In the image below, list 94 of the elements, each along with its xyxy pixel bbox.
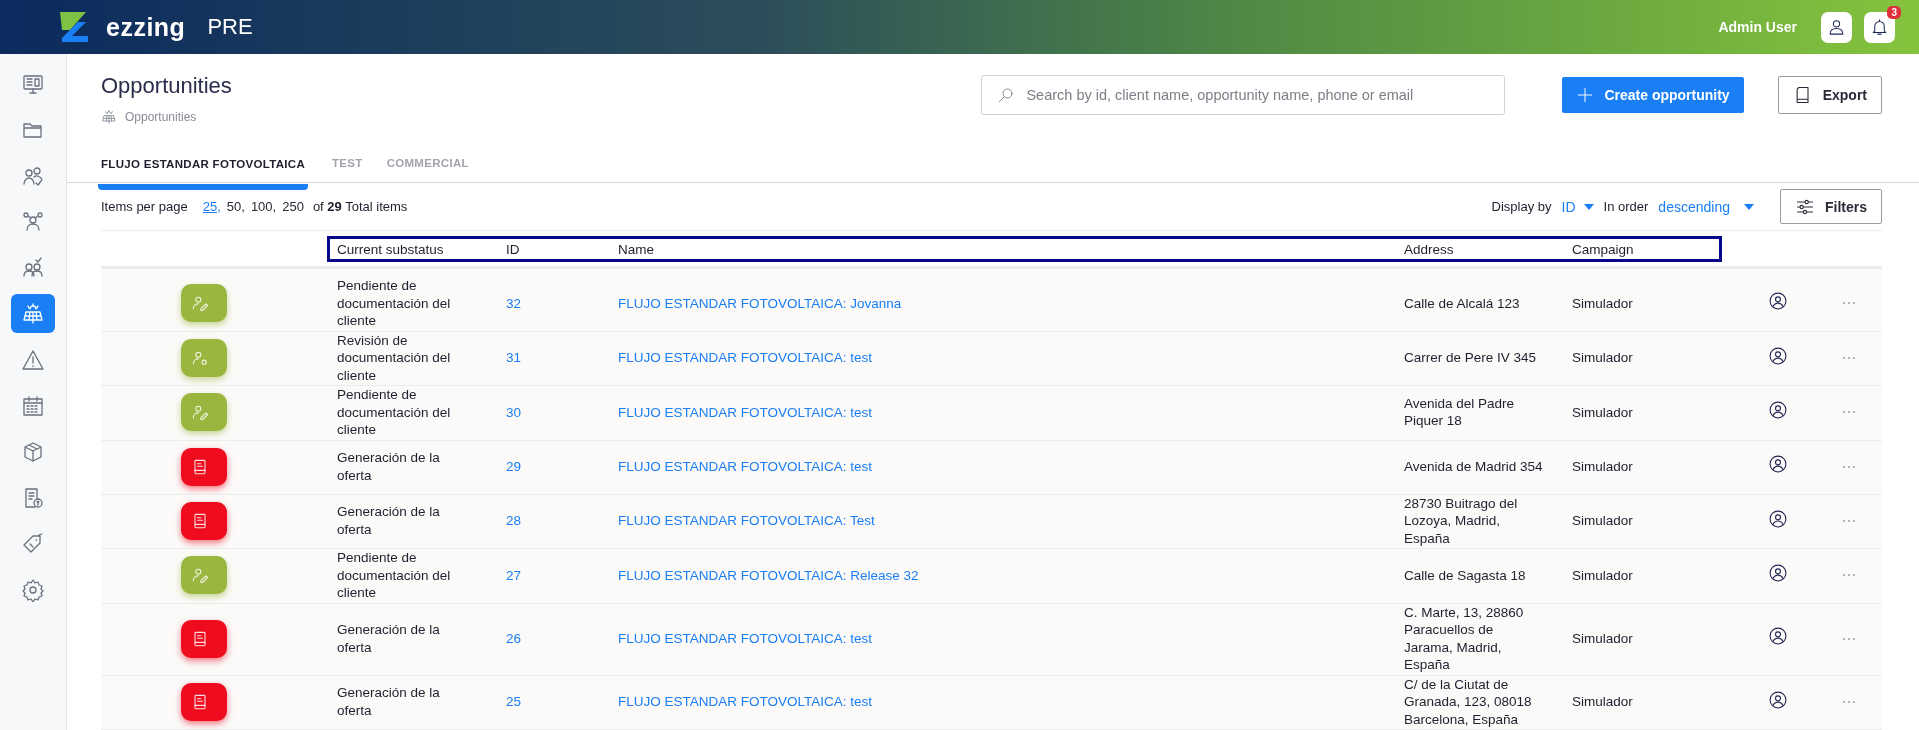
- opportunity-name-link[interactable]: FLUJO ESTANDAR FOTOVOLTAICA: test: [618, 457, 873, 476]
- opportunity-name-link[interactable]: FLUJO ESTANDAR FOTOVOLTAICA: test: [618, 629, 873, 648]
- opportunity-name-link[interactable]: FLUJO ESTANDAR FOTOVOLTAICA: test: [618, 349, 873, 367]
- create-opportunity-button[interactable]: Create opportunity: [1562, 77, 1744, 113]
- total-items: of 29 Total items: [312, 199, 408, 214]
- environment-label: PRE: [207, 14, 253, 40]
- solar-panel-icon: [21, 301, 45, 326]
- more-options-icon[interactable]: [1842, 354, 1856, 361]
- opportunity-name-link[interactable]: FLUJO ESTANDAR FOTOVOLTAICA: Test: [618, 512, 875, 530]
- campaign-cell: Simulador: [1572, 295, 1633, 311]
- items-per-page-label: Items per page: [101, 199, 188, 214]
- more-options-icon[interactable]: [1842, 409, 1856, 416]
- nav-item[interactable]: [11, 294, 55, 333]
- tab[interactable]: TEST: [332, 140, 363, 183]
- settings-icon: [21, 577, 45, 602]
- substatus-cell-text: Revisión de documentación del cliente: [337, 331, 452, 384]
- id-link[interactable]: 25: [506, 693, 522, 711]
- address-cell-text: Carrer de Pere IV 345: [1404, 349, 1538, 367]
- user-icon: [1768, 345, 1788, 366]
- column-header[interactable]: ID: [506, 241, 520, 257]
- page-size-option[interactable]: 50,: [225, 199, 246, 214]
- page-title: Opportunities: [101, 73, 232, 99]
- opportunity-name-link[interactable]: FLUJO ESTANDAR FOTOVOLTAICA: test: [618, 693, 873, 711]
- substatus-cell-text: Generación de la oferta: [337, 449, 441, 484]
- solar-panel-icon: [101, 109, 117, 125]
- address-cell-text: Calle de Alcalá 123: [1404, 294, 1521, 312]
- id-link[interactable]: 28: [506, 512, 522, 530]
- order-dropdown[interactable]: descending: [1652, 198, 1760, 215]
- filters-button[interactable]: Filters: [1780, 189, 1882, 224]
- opportunity-name-link[interactable]: FLUJO ESTANDAR FOTOVOLTAICA: Jovanna: [618, 294, 902, 312]
- caret-icon: [1744, 203, 1754, 210]
- page-size-option[interactable]: 25,: [201, 199, 222, 214]
- address-cell-text: C. Marte, 13, 28860 Paracuellos de Jarama, Madrid, España: [1404, 603, 1525, 674]
- column-header[interactable]: Name: [618, 241, 654, 257]
- export-button[interactable]: Export: [1777, 76, 1882, 114]
- display-by-label: Display by: [1491, 199, 1552, 214]
- more-options-icon[interactable]: [1842, 635, 1856, 642]
- notification-badge: 3: [1887, 5, 1901, 19]
- campaign-cell: Simulador: [1572, 404, 1633, 420]
- address-cell: Avenida de Madrid 354: [1404, 457, 1544, 476]
- campaign-cell: Simulador: [1572, 513, 1633, 528]
- display-by-dropdown[interactable]: ID: [1555, 198, 1600, 215]
- opportunity-name-link[interactable]: FLUJO ESTANDAR FOTOVOLTAICA: Release 32: [618, 566, 919, 584]
- user-icon: [1768, 626, 1788, 647]
- substatus-cell-text: Pendiente de documentación del cliente: [337, 277, 452, 330]
- more-options-icon[interactable]: [1842, 572, 1856, 579]
- campaign-cell: Simulador: [1572, 630, 1633, 646]
- more-options-icon[interactable]: [1842, 698, 1856, 705]
- campaign-cell: Simulador: [1572, 567, 1633, 583]
- id-link[interactable]: 26: [506, 629, 522, 648]
- user-name: Admin User: [1718, 19, 1797, 35]
- address-cell-text: Calle de Sagasta 18: [1404, 566, 1527, 584]
- page-size-option[interactable]: 100,: [249, 199, 278, 214]
- plus-icon: [1576, 86, 1595, 104]
- logo-icon: [58, 10, 90, 44]
- user-icon: [1768, 508, 1788, 529]
- substatus-cell-text: Generación de la oferta: [337, 621, 441, 656]
- caret-icon: [1583, 203, 1594, 210]
- user-icon: [1768, 689, 1788, 710]
- tab[interactable]: FLUJO ESTANDAR FOTOVOLTAICA: [98, 140, 309, 191]
- id-link[interactable]: 31: [506, 349, 522, 367]
- profile-button[interactable]: [1821, 11, 1852, 43]
- column-header[interactable]: Address: [1404, 241, 1454, 257]
- search-icon: [997, 86, 1016, 104]
- more-options-icon[interactable]: [1842, 517, 1856, 524]
- user-icon: [1768, 454, 1788, 475]
- tab[interactable]: COMMERCIAL: [386, 140, 469, 183]
- order-label: In order: [1603, 199, 1649, 214]
- id-link[interactable]: 32: [506, 294, 522, 312]
- column-header[interactable]: Current substatus: [337, 241, 444, 257]
- user-icon: [1768, 563, 1788, 583]
- address-cell-text: Avenida del Padre Piquer 18: [1404, 394, 1516, 430]
- user-icon: [1768, 400, 1788, 420]
- id-link[interactable]: 27: [506, 566, 522, 584]
- more-options-icon[interactable]: [1842, 463, 1856, 470]
- opportunity-name-link[interactable]: FLUJO ESTANDAR FOTOVOLTAICA: test: [618, 403, 873, 421]
- address-cell-text: C/ de la Ciutat de Granada, 123, 08018 Barcelona, España: [1404, 675, 1533, 728]
- campaign-cell: Simulador: [1572, 694, 1633, 709]
- address-cell-text: 28730 Buitrago del Lozoya, Madrid, España: [1404, 494, 1519, 547]
- substatus-cell-text: Pendiente de documentación del cliente: [337, 549, 452, 602]
- campaign-cell: Simulador: [1572, 350, 1633, 365]
- brand-name: ezzing: [106, 12, 186, 42]
- search-field[interactable]: Search by id, client name, opportunity name, phone or email: [981, 75, 1506, 115]
- page-size-option[interactable]: 250: [281, 199, 305, 214]
- substatus-cell-text: Generación de la oferta: [337, 503, 441, 539]
- id-link[interactable]: 30: [506, 403, 522, 421]
- campaign-cell: Simulador: [1572, 458, 1633, 474]
- more-options-icon[interactable]: [1842, 300, 1856, 307]
- user-icon: [1768, 291, 1788, 311]
- column-header[interactable]: Campaign: [1572, 241, 1634, 257]
- id-link[interactable]: 29: [506, 457, 522, 476]
- substatus-cell-text: Pendiente de documentación del cliente: [337, 386, 452, 439]
- substatus-cell-text: Generación de la oferta: [337, 684, 441, 720]
- breadcrumb[interactable]: Opportunities: [125, 110, 197, 124]
